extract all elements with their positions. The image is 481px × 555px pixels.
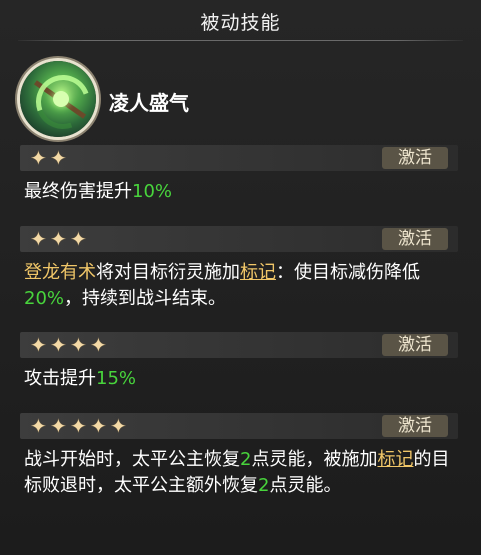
description-segment: 点灵能。 bbox=[269, 475, 342, 496]
star-icon: ✦ bbox=[50, 146, 67, 170]
star-icon: ✦ bbox=[90, 414, 107, 438]
description-segment: 登龙有术 bbox=[24, 262, 96, 283]
panel-title: 被动技能 bbox=[200, 12, 281, 34]
skill-name: 凌人盛气 bbox=[109, 91, 189, 115]
star-icon: ✦ bbox=[30, 146, 47, 170]
description-segment: 10% bbox=[132, 181, 173, 202]
description-segment: 标记 bbox=[377, 449, 414, 470]
description-segment: 攻击提升 bbox=[24, 368, 96, 389]
activate-button[interactable]: 激活 bbox=[382, 415, 448, 437]
star-icon: ✦ bbox=[70, 227, 87, 251]
title-divider bbox=[18, 40, 463, 41]
activate-button[interactable]: 激活 bbox=[382, 334, 448, 356]
tier-bar-4-star: ✦ ✦ ✦ ✦ 激活 bbox=[20, 332, 458, 358]
star-icon: ✦ bbox=[50, 414, 67, 438]
tier-description: 最终伤害提升10% bbox=[24, 179, 454, 205]
description-segment: 2 bbox=[258, 475, 270, 496]
passive-skill-panel: 被动技能 凌人盛气 ✦ ✦ 激活 最终伤害提升10% ✦ ✦ ✦ 激活 登龙有术将对目… bbox=[0, 0, 481, 555]
description-segment: 点灵能，被施加 bbox=[251, 449, 378, 470]
star-icon: ✦ bbox=[110, 414, 127, 438]
star-icon: ✦ bbox=[70, 414, 87, 438]
description-segment: 标记 bbox=[240, 262, 276, 283]
description-segment: 2 bbox=[240, 449, 252, 470]
tier-bar-5-star: ✦ ✦ ✦ ✦ ✦ 激活 bbox=[20, 413, 458, 439]
green-swirl-skill-icon bbox=[20, 61, 96, 137]
star-rating: ✦ ✦ bbox=[30, 147, 70, 169]
star-icon: ✦ bbox=[50, 333, 67, 357]
star-icon: ✦ bbox=[30, 227, 47, 251]
tier-description: 登龙有术将对目标衍灵施加标记：使目标减伤降低 20%，持续到战斗结束。 bbox=[24, 260, 454, 312]
tier-bar-2-star: ✦ ✦ 激活 bbox=[20, 145, 458, 171]
star-icon: ✦ bbox=[50, 227, 67, 251]
tier-bar-3-star: ✦ ✦ ✦ 激活 bbox=[20, 226, 458, 252]
description-segment: 15% bbox=[96, 368, 137, 389]
activate-button[interactable]: 激活 bbox=[382, 147, 448, 169]
star-rating: ✦ ✦ ✦ ✦ bbox=[30, 334, 110, 356]
description-segment: 将对目标衍灵施加 bbox=[96, 262, 240, 283]
star-icon: ✦ bbox=[30, 414, 47, 438]
star-icon: ✦ bbox=[90, 333, 107, 357]
star-icon: ✦ bbox=[30, 333, 47, 357]
description-segment: 20% bbox=[24, 288, 65, 309]
star-rating: ✦ ✦ ✦ bbox=[30, 228, 90, 250]
description-segment: ，持续到战斗结束。 bbox=[64, 288, 227, 309]
description-segment: ：使目标减伤降低 bbox=[276, 262, 420, 283]
star-rating: ✦ ✦ ✦ ✦ ✦ bbox=[30, 415, 130, 437]
tier-description: 攻击提升15% bbox=[24, 366, 454, 392]
activate-button[interactable]: 激活 bbox=[382, 228, 448, 250]
description-segment: 战斗开始时，太平公主恢复 bbox=[24, 449, 240, 470]
tier-description: 战斗开始时，太平公主恢复2点灵能，被施加标记的目标败退时，太平公主额外恢复2点灵… bbox=[24, 447, 454, 499]
star-icon: ✦ bbox=[70, 333, 87, 357]
description-segment: 最终伤害提升 bbox=[24, 181, 132, 202]
